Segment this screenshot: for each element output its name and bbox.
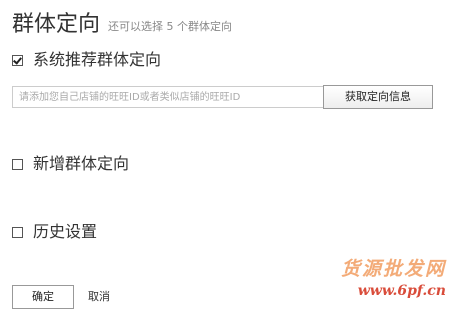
history-settings-label: 历史设置 — [33, 222, 98, 241]
store-wangwang-id-input[interactable] — [12, 86, 310, 108]
recommended-groups-label: 系统推荐群体定向 — [33, 50, 162, 69]
history-settings-checkbox[interactable] — [12, 226, 23, 238]
option-history-settings[interactable]: 历史设置 — [12, 222, 97, 242]
watermark: 货源批发网 www.6pf.cn — [326, 258, 446, 300]
recommended-groups-checkbox[interactable] — [12, 54, 23, 66]
input-spacer — [310, 86, 323, 108]
option-recommended-groups[interactable]: 系统推荐群体定向 — [12, 50, 161, 70]
watermark-text: 货源批发网 — [340, 258, 446, 280]
remaining-count-hint: 还可以选择 5 个群体定向 — [108, 20, 233, 33]
option-new-group[interactable]: 新增群体定向 — [12, 154, 129, 174]
watermark-url: www.6pf.cn — [357, 283, 446, 299]
confirm-button[interactable]: 确定 — [12, 285, 74, 309]
fetch-targeting-info-button[interactable]: 获取定向信息 — [323, 85, 433, 109]
new-group-checkbox[interactable] — [12, 158, 23, 170]
new-group-label: 新增群体定向 — [33, 154, 130, 173]
cancel-button[interactable]: 取消 — [88, 289, 110, 305]
dialog-header: 群体定向 还可以选择 5 个群体定向 — [12, 4, 232, 38]
page-title: 群体定向 — [12, 12, 101, 37]
